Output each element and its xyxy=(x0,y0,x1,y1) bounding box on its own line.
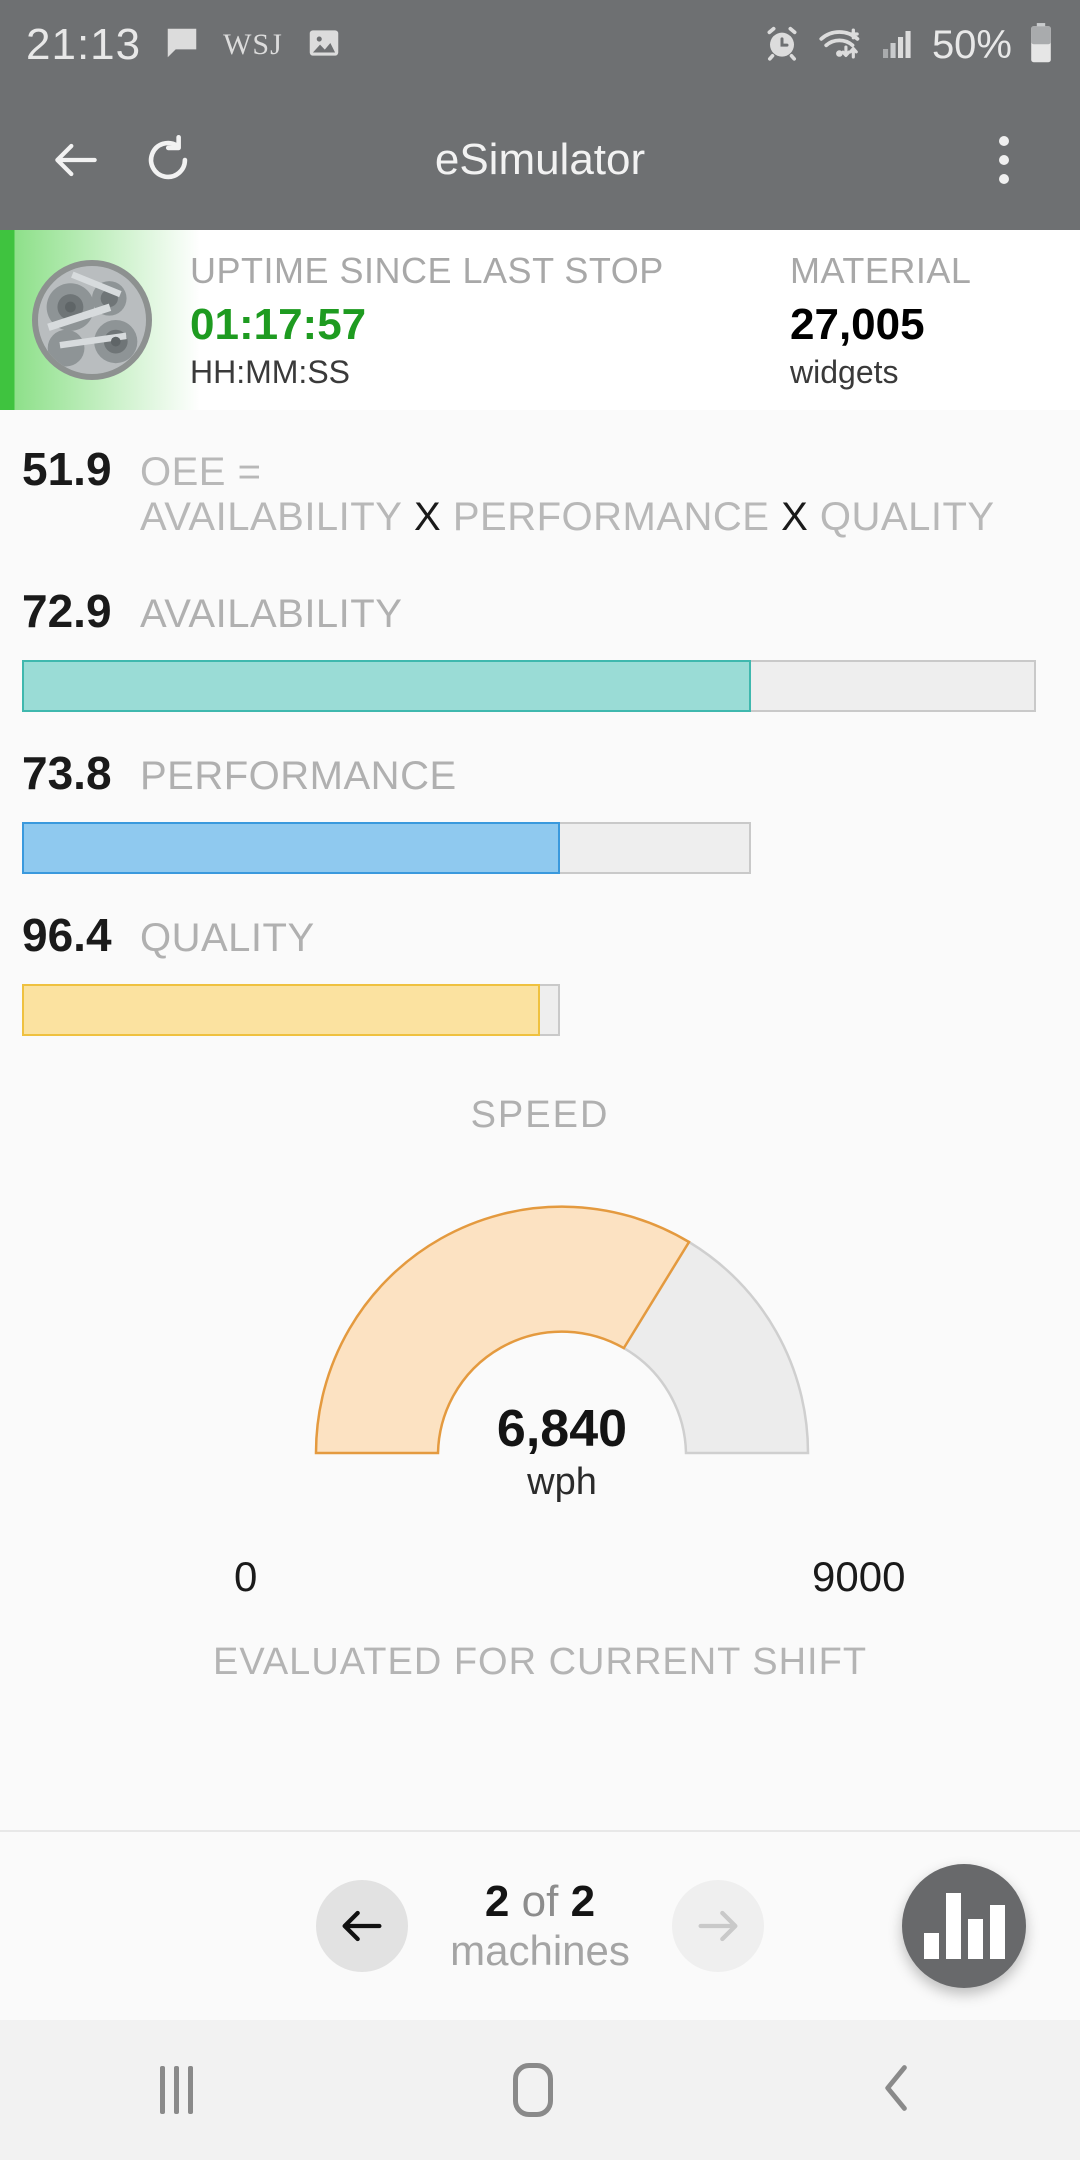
oee-row: 51.9 OEE = AVAILABILITY X PERFORMANCE X … xyxy=(22,410,1058,550)
image-icon xyxy=(305,24,343,67)
home-icon[interactable] xyxy=(513,2063,554,2117)
material-unit: widgets xyxy=(790,353,899,390)
uptime-column: UPTIME SINCE LAST STOP 01:17:57 HH:MM:SS xyxy=(190,250,790,391)
wsj-icon: WSJ xyxy=(223,28,283,61)
status-bar: 21:13 WSJ 50% xyxy=(0,0,1080,90)
availability-bar-fill xyxy=(22,660,751,712)
phone-screen: 21:13 WSJ 50% eSimulator UPTIME SINCE LA… xyxy=(0,0,1080,2160)
quality-bar-track xyxy=(22,984,560,1036)
material-column: MATERIAL 27,005 widgets xyxy=(790,250,1080,391)
message-icon xyxy=(163,24,201,67)
signal-icon xyxy=(880,25,916,66)
machine-summary-card[interactable]: UPTIME SINCE LAST STOP 01:17:57 HH:MM:SS… xyxy=(0,230,1080,410)
oee-formula: OEE = AVAILABILITY X PERFORMANCE X QUALI… xyxy=(140,450,1058,540)
performance-label: PERFORMANCE xyxy=(140,754,457,798)
quality-bar-fill xyxy=(22,984,540,1036)
speed-gauge: SPEED 6,840 wph 0 9000 xyxy=(22,1094,1058,1613)
gauge-center-readout: 6,840 wph xyxy=(22,1399,1080,1504)
gear-image xyxy=(38,266,146,374)
machine-photo xyxy=(32,260,152,380)
oee-separator-1: X xyxy=(414,495,442,539)
prev-machine-button[interactable] xyxy=(316,1880,409,1972)
gauge-scale: 0 9000 xyxy=(22,1553,1080,1613)
nav-back-icon[interactable] xyxy=(874,2062,920,2119)
uptime-unit: HH:MM:SS xyxy=(190,353,350,390)
machine-pager: 2 of 2 machines xyxy=(0,1830,1080,2020)
machine-of: of xyxy=(509,1876,571,1926)
performance-metric: 73.8 PERFORMANCE xyxy=(22,746,1058,874)
status-time: 21:13 xyxy=(26,20,142,69)
gauge-title: SPEED xyxy=(470,1094,610,1136)
oee-term-quality: QUALITY xyxy=(819,495,995,539)
oee-term-performance: PERFORMANCE xyxy=(452,495,770,539)
gauge-unit: wph xyxy=(527,1461,597,1503)
performance-bar-fill xyxy=(22,822,560,874)
status-bar-right: 50% xyxy=(762,22,1054,69)
wifi-icon xyxy=(818,23,864,68)
status-bar-left: 21:13 WSJ xyxy=(26,20,762,70)
alarm-icon xyxy=(762,23,802,68)
oee-formula-prefix: OEE = xyxy=(140,450,262,494)
material-label: MATERIAL xyxy=(790,249,972,291)
next-machine-button[interactable] xyxy=(671,1880,764,1972)
refresh-icon[interactable] xyxy=(122,114,214,206)
availability-value: 72.9 xyxy=(22,585,112,637)
bar-chart-icon[interactable] xyxy=(902,1864,1026,1988)
oee-value: 51.9 xyxy=(22,443,112,495)
gauge-min-label: 0 xyxy=(234,1553,258,1600)
gauge-max-label: 9000 xyxy=(812,1553,906,1600)
back-arrow-icon[interactable] xyxy=(30,114,122,206)
uptime-label: UPTIME SINCE LAST STOP xyxy=(190,249,664,291)
machine-index: 2 xyxy=(484,1876,510,1926)
app-bar: eSimulator xyxy=(0,90,1080,230)
battery-icon xyxy=(1028,22,1054,69)
oee-separator-2: X xyxy=(781,495,809,539)
shift-note: EVALUATED FOR CURRENT SHIFT xyxy=(212,1641,868,1683)
machine-count-unit: machines xyxy=(450,1927,630,1975)
availability-bar-track xyxy=(22,660,1036,712)
oee-term-availability: AVAILABILITY xyxy=(140,495,403,539)
machine-total: 2 xyxy=(570,1876,596,1926)
availability-label: AVAILABILITY xyxy=(140,592,403,636)
quality-metric: 96.4 QUALITY xyxy=(22,908,1058,1036)
recents-icon[interactable] xyxy=(160,2066,194,2114)
android-nav-bar xyxy=(0,2020,1080,2160)
quality-label: QUALITY xyxy=(140,916,315,960)
quality-value: 96.4 xyxy=(22,909,112,961)
performance-value: 73.8 xyxy=(22,747,112,799)
metrics-section: 51.9 OEE = AVAILABILITY X PERFORMANCE X … xyxy=(0,410,1080,1684)
performance-bar-track xyxy=(22,822,751,874)
gauge-area: 6,840 wph xyxy=(22,1163,1080,1553)
gauge-value: 6,840 xyxy=(496,1400,628,1458)
battery-percent: 50% xyxy=(931,22,1012,67)
material-value: 27,005 xyxy=(790,299,925,349)
machine-count: 2 of 2 machines xyxy=(450,1877,630,1976)
overflow-menu-icon[interactable] xyxy=(958,114,1050,206)
chart-bars xyxy=(923,1893,1005,1959)
uptime-value: 01:17:57 xyxy=(190,299,367,349)
availability-metric: 72.9 AVAILABILITY xyxy=(22,584,1058,712)
